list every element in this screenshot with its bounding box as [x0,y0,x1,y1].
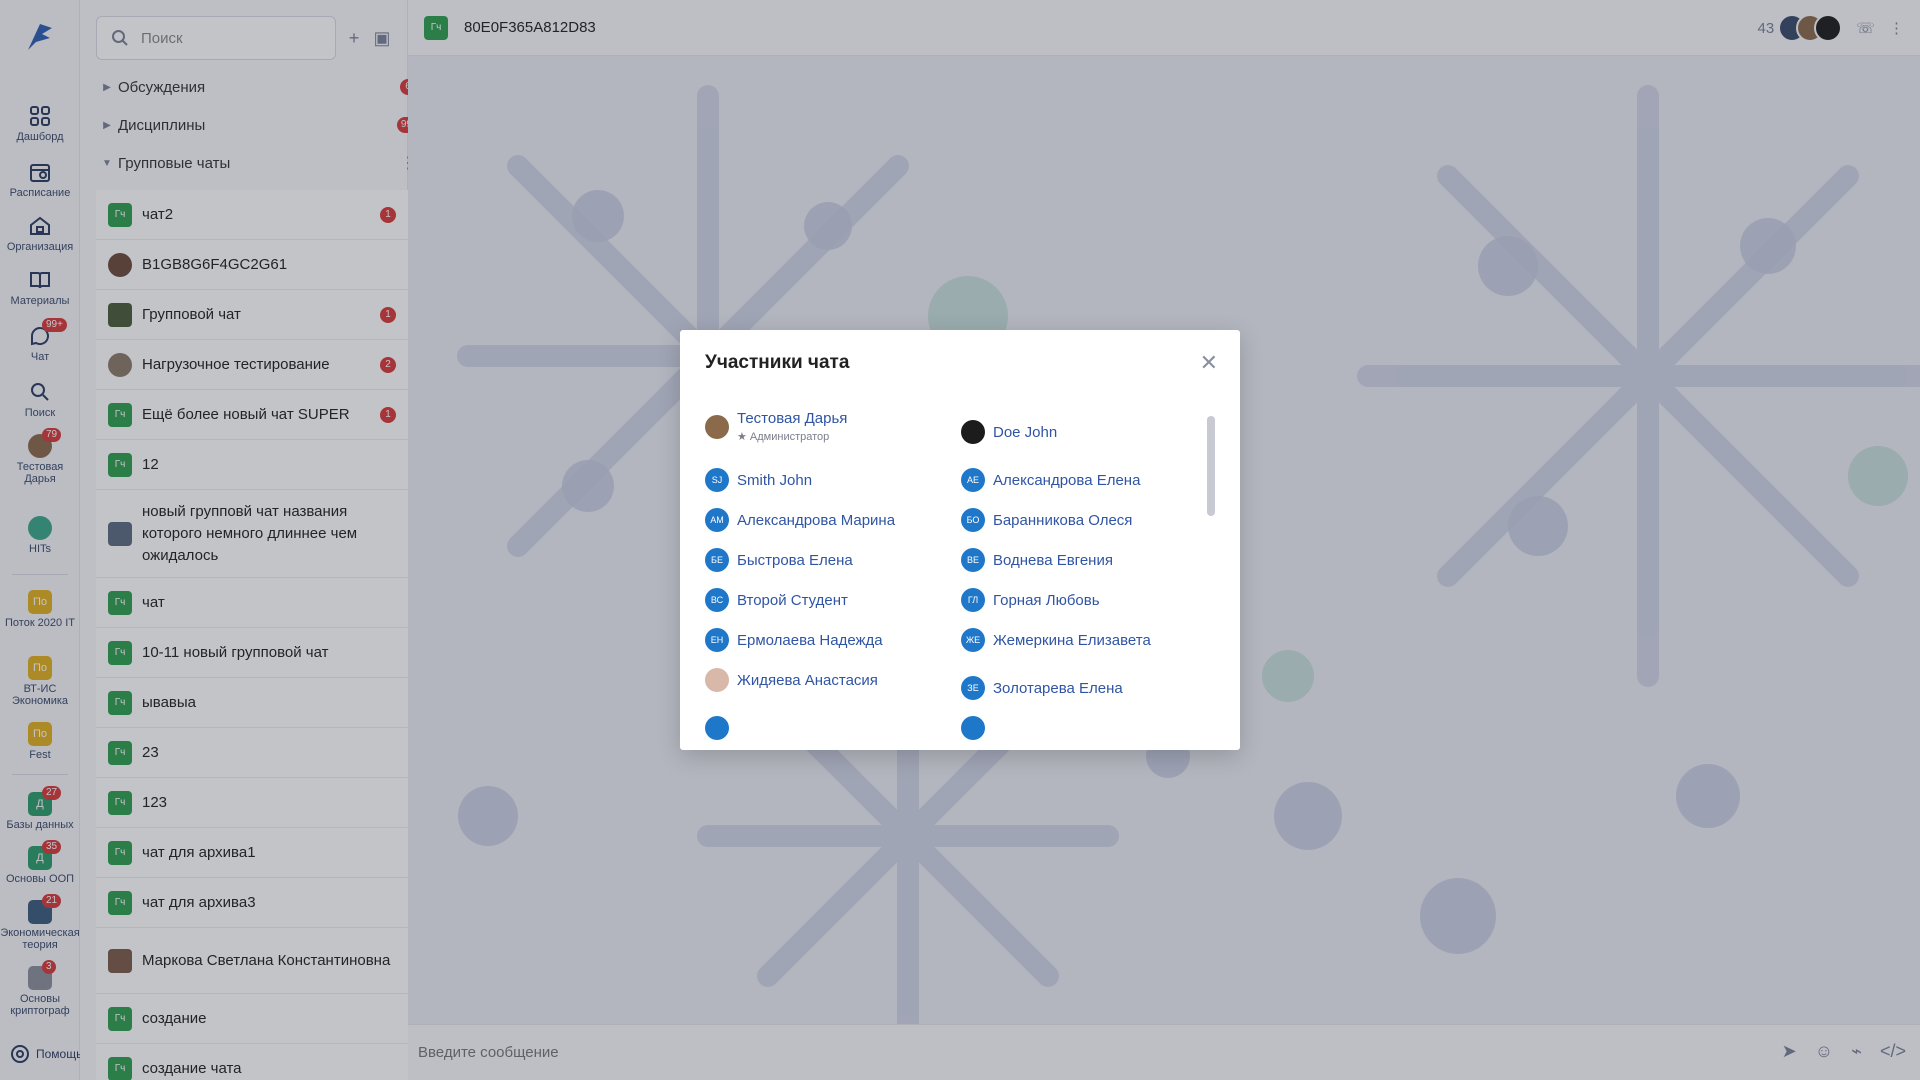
member-item[interactable]: ЕН Ермолаева Надежда [705,628,883,652]
avatar [961,420,985,444]
member-name: Тестовая Дарья [737,410,848,427]
member-name: Баранникова Олеся [993,511,1133,529]
star-icon: ★ [737,431,750,443]
member-name: Smith John [737,471,813,489]
member-item[interactable]: АЕ Александрова Елена [961,468,1140,492]
member-item[interactable]: ЗЕ Золотарева Елена [961,676,1123,700]
member-item[interactable]: ВЕ Воднева Евгения [961,548,1113,572]
avatar [961,716,985,740]
avatar: АЕ [961,468,985,492]
member-item[interactable]: БЕ Быстрова Елена [705,548,853,572]
member-item[interactable] [961,716,993,740]
avatar: ГЛ [961,588,985,612]
member-name: Александрова Марина [737,511,896,529]
member-item[interactable]: Тестовая Дарья ★ Администратор [705,410,847,443]
avatar [705,716,729,740]
avatar: БО [961,508,985,532]
avatar [705,668,729,692]
member-item[interactable]: ГЛ Горная Любовь [961,588,1100,612]
member-name: Александрова Елена [993,471,1141,489]
members-dialog: Участники чата ✕ Тестовая Дарья ★ Админис… [680,330,1240,750]
role-label: ★ Администратор [737,430,847,443]
member-item[interactable]: SJ Smith John [705,468,812,492]
avatar: АМ [705,508,729,532]
avatar: ЖЕ [961,628,985,652]
avatar: SJ [705,468,729,492]
member-item[interactable] [705,716,737,740]
close-icon[interactable]: ✕ [1200,350,1218,376]
avatar: ВС [705,588,729,612]
member-name: Ермолаева Надежда [737,631,883,649]
member-item[interactable]: ЖЕ Жемеркина Елизавета [961,628,1151,652]
member-item[interactable]: БО Баранникова Олеся [961,508,1132,532]
member-item[interactable]: ВС Второй Студент [705,588,848,612]
member-name: Жемеркина Елизавета [993,631,1151,649]
member-item[interactable]: АМ Александрова Марина [705,508,895,532]
avatar: БЕ [705,548,729,572]
avatar: ВЕ [961,548,985,572]
members-grid: Тестовая Дарья ★ Администратор SJ Smith Jo… [705,410,1205,750]
member-name: Doe John [993,423,1058,441]
member-item[interactable]: Doe John [961,420,1057,444]
member-item[interactable]: Жидяева Анастасия [705,668,878,692]
member-name: Горная Любовь [993,591,1100,609]
member-name: Второй Студент [737,591,848,609]
member-name: Жидяева Анастасия [737,671,878,689]
member-name: Воднева Евгения [993,551,1113,569]
member-name: Быстрова Елена [737,551,853,569]
role-text: Администратор [749,431,830,443]
member-name: Золотарева Елена [993,679,1123,697]
dialog-title: Участники чата [705,352,850,373]
avatar: ЕН [705,628,729,652]
avatar: ЗЕ [961,676,985,700]
scrollbar[interactable] [1207,416,1215,516]
avatar [705,414,729,439]
